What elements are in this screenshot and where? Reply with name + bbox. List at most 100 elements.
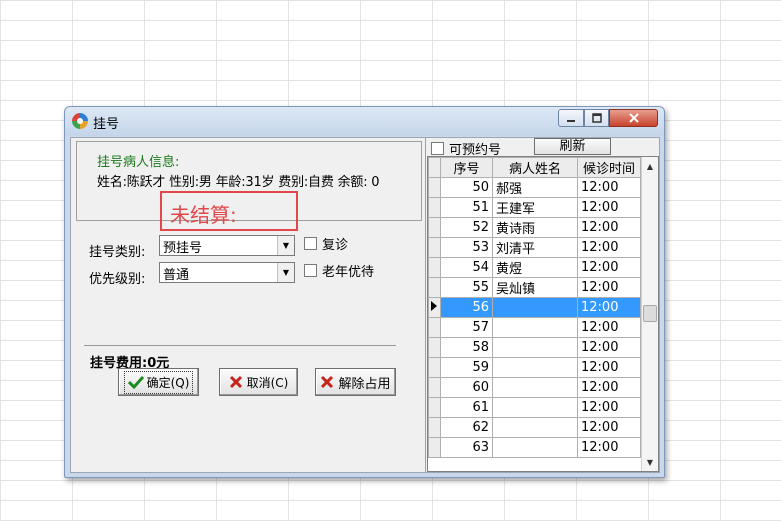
chevron-down-icon[interactable]: ▼ — [277, 263, 294, 282]
row-number-cell[interactable]: 59 — [440, 357, 493, 378]
row-indicator[interactable] — [428, 377, 441, 398]
row-patient-name-cell[interactable] — [492, 397, 578, 418]
row-patient-name-cell[interactable]: 王建军 — [492, 197, 578, 218]
row-wait-time-cell[interactable]: 12:00 — [577, 397, 641, 418]
row-patient-name-cell[interactable] — [492, 337, 578, 358]
table-row[interactable]: 56 12:00 — [428, 297, 641, 318]
window-title: 挂号 — [93, 117, 120, 132]
row-indicator[interactable] — [428, 397, 441, 418]
row-indicator[interactable] — [428, 217, 441, 238]
table-row[interactable]: 51 王建军 12:00 — [428, 197, 641, 218]
row-indicator[interactable] — [428, 257, 441, 278]
col-header-patient-name[interactable]: 病人姓名 — [492, 157, 578, 178]
elderly-checkbox[interactable] — [304, 264, 317, 277]
close-button[interactable] — [609, 109, 658, 127]
scroll-up-icon[interactable]: ▲ — [642, 158, 658, 174]
registration-window: 挂号 挂号病人信息: 姓名:陈跃才 性别:男 年龄:31岁 费别:自费 余额: … — [64, 106, 665, 478]
col-header-wait-time[interactable]: 候诊时间 — [577, 157, 641, 178]
table-row[interactable]: 61 12:00 — [428, 397, 641, 418]
confirm-button[interactable]: 确定(Q) — [118, 368, 199, 396]
row-indicator[interactable] — [428, 197, 441, 218]
row-number-cell[interactable]: 63 — [440, 437, 493, 458]
grid-header-row: 序号 病人姓名 候诊时间 — [428, 157, 641, 178]
row-indicator[interactable] — [428, 177, 441, 198]
row-patient-name-cell[interactable] — [492, 297, 578, 318]
row-patient-name-cell[interactable] — [492, 357, 578, 378]
row-wait-time-cell[interactable]: 12:00 — [577, 357, 641, 378]
row-indicator[interactable] — [428, 417, 441, 438]
chevron-down-icon[interactable]: ▼ — [277, 236, 294, 255]
row-patient-name-cell[interactable] — [492, 417, 578, 438]
row-pointer-icon[interactable] — [428, 297, 441, 318]
refresh-button[interactable]: 刷新 — [534, 138, 611, 155]
table-row[interactable]: 52 黄诗雨 12:00 — [428, 217, 641, 238]
table-row[interactable]: 59 12:00 — [428, 357, 641, 378]
row-number-cell[interactable]: 62 — [440, 417, 493, 438]
row-number-cell[interactable]: 52 — [440, 217, 493, 238]
row-patient-name-cell[interactable] — [492, 377, 578, 398]
row-wait-time-cell[interactable]: 12:00 — [577, 337, 641, 358]
table-row[interactable]: 60 12:00 — [428, 377, 641, 398]
row-number-cell[interactable]: 53 — [440, 237, 493, 258]
row-indicator[interactable] — [428, 277, 441, 298]
table-row[interactable]: 57 12:00 — [428, 317, 641, 338]
row-patient-name-cell[interactable] — [492, 437, 578, 458]
row-number-cell[interactable]: 50 — [440, 177, 493, 198]
row-patient-name-cell[interactable]: 黄煜 — [492, 257, 578, 278]
scrollbar-thumb[interactable] — [643, 305, 657, 322]
row-wait-time-cell[interactable]: 12:00 — [577, 177, 641, 198]
row-patient-name-cell[interactable] — [492, 317, 578, 338]
row-patient-name-cell[interactable]: 郝强 — [492, 177, 578, 198]
reg-type-select[interactable]: 预挂号 ▼ — [159, 235, 295, 256]
row-indicator[interactable] — [428, 237, 441, 258]
row-number-cell[interactable]: 56 — [440, 297, 493, 318]
title-bar[interactable]: 挂号 — [65, 107, 664, 136]
row-number-cell[interactable]: 55 — [440, 277, 493, 298]
row-wait-time-cell[interactable]: 12:00 — [577, 437, 641, 458]
table-row[interactable]: 50 郝强 12:00 — [428, 177, 641, 198]
table-row[interactable]: 58 12:00 — [428, 337, 641, 358]
patient-info-title: 挂号病人信息: — [97, 155, 180, 170]
maximize-button[interactable] — [584, 109, 609, 127]
row-number-cell[interactable]: 61 — [440, 397, 493, 418]
row-indicator[interactable] — [428, 317, 441, 338]
revisit-checkbox[interactable] — [304, 237, 317, 250]
row-wait-time-cell[interactable]: 12:00 — [577, 297, 641, 318]
priority-select[interactable]: 普通 ▼ — [159, 262, 295, 283]
row-indicator[interactable] — [428, 437, 441, 458]
scroll-down-icon[interactable]: ▼ — [642, 454, 658, 470]
unsettled-annotation: 未结算: — [160, 191, 298, 231]
row-wait-time-cell[interactable]: 12:00 — [577, 217, 641, 238]
row-patient-name-cell[interactable]: 黄诗雨 — [492, 217, 578, 238]
window-client-area: 挂号病人信息: 姓名:陈跃才 性别:男 年龄:31岁 费别:自费 余额: 0 未… — [70, 137, 660, 473]
row-wait-time-cell[interactable]: 12:00 — [577, 417, 641, 438]
row-indicator[interactable] — [428, 357, 441, 378]
row-wait-time-cell[interactable]: 12:00 — [577, 317, 641, 338]
row-wait-time-cell[interactable]: 12:00 — [577, 257, 641, 278]
row-patient-name-cell[interactable]: 刘清平 — [492, 237, 578, 258]
table-row[interactable]: 62 12:00 — [428, 417, 641, 438]
row-number-cell[interactable]: 51 — [440, 197, 493, 218]
row-patient-name-cell[interactable]: 吴灿镇 — [492, 277, 578, 298]
release-button[interactable]: 解除占用 — [315, 368, 396, 396]
table-row[interactable]: 53 刘清平 12:00 — [428, 237, 641, 258]
row-wait-time-cell[interactable]: 12:00 — [577, 197, 641, 218]
minimize-button[interactable] — [558, 109, 584, 127]
table-row[interactable]: 54 黄煜 12:00 — [428, 257, 641, 278]
queue-grid[interactable]: 序号 病人姓名 候诊时间 50 郝强 12:00 51 王建军 12:00 52 黄诗雨 12:… — [427, 156, 659, 472]
appointment-checkbox[interactable] — [431, 142, 444, 155]
row-wait-time-cell[interactable]: 12:00 — [577, 377, 641, 398]
col-header-number[interactable]: 序号 — [440, 157, 493, 178]
row-wait-time-cell[interactable]: 12:00 — [577, 237, 641, 258]
grid-scrollbar[interactable]: ▲ ▼ — [641, 157, 658, 471]
row-indicator[interactable] — [428, 337, 441, 358]
row-number-cell[interactable]: 54 — [440, 257, 493, 278]
row-wait-time-cell[interactable]: 12:00 — [577, 277, 641, 298]
reg-type-value: 预挂号 — [163, 241, 203, 256]
table-row[interactable]: 55 吴灿镇 12:00 — [428, 277, 641, 298]
row-number-cell[interactable]: 57 — [440, 317, 493, 338]
table-row[interactable]: 63 12:00 — [428, 437, 641, 458]
row-number-cell[interactable]: 58 — [440, 337, 493, 358]
row-number-cell[interactable]: 60 — [440, 377, 493, 398]
cancel-button[interactable]: 取消(C) — [219, 368, 298, 396]
